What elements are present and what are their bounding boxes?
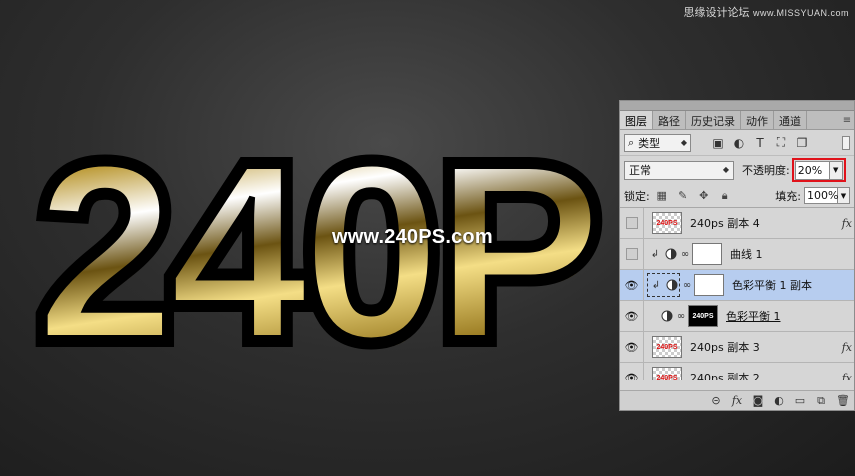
visibility-toggle[interactable]: 👁︎: [620, 269, 644, 301]
fill-dropdown-arrow-icon[interactable]: ▼: [838, 187, 850, 204]
lock-all-icon[interactable]: 🔒︎: [719, 189, 731, 202]
lock-transparency-icon[interactable]: ▦: [656, 189, 668, 202]
layer-row[interactable]: 👁︎ 240PS 240ps 副本 2 fx: [620, 362, 854, 381]
eye-icon: 👁︎: [624, 371, 639, 381]
add-mask-icon[interactable]: ◙: [752, 394, 764, 407]
tab-channels[interactable]: 通道: [774, 111, 807, 129]
filter-toggle-switch[interactable]: [842, 135, 850, 150]
layer-name: 色彩平衡 1 副本: [732, 279, 812, 292]
lock-label: 锁定:: [624, 189, 650, 203]
panel-footer: ⊝ fx ◙ ◐ ▭ ⧉ 🗑︎: [620, 390, 854, 410]
layer-row[interactable]: 240PS 240ps 副本 4 fx: [620, 208, 854, 239]
layer-name: 色彩平衡 1: [726, 310, 781, 323]
filter-icons: ▣ ◐ T ⛶ ❐: [711, 135, 809, 150]
blend-mode-value: 正常: [629, 164, 651, 177]
color-balance-adjustment-icon: [665, 278, 679, 292]
layer-row[interactable]: 👁︎ 240PS 240ps 副本 3 fx: [620, 331, 854, 363]
layer-mask-thumbnail[interactable]: [692, 243, 722, 265]
visibility-toggle[interactable]: 👁︎: [620, 300, 644, 332]
mode-row: 正常 ◆ 不透明度: 20% ▼: [620, 156, 854, 184]
opacity-highlight-box: 20% ▼: [791, 158, 846, 182]
curves-adjustment-icon: [664, 247, 678, 261]
layer-name: 240ps 副本 4: [690, 217, 760, 230]
color-balance-adjustment-icon: [660, 309, 674, 323]
tab-history[interactable]: 历史记录: [686, 111, 741, 129]
adjustment-filter-icon[interactable]: ◐: [732, 136, 746, 150]
visibility-toggle[interactable]: 👁︎: [620, 362, 644, 381]
panel-title-bar[interactable]: [620, 101, 854, 111]
eye-icon: 👁︎: [624, 278, 639, 292]
link-chain-icon[interactable]: ∞: [676, 311, 686, 322]
new-adjustment-icon[interactable]: ◐: [773, 394, 785, 407]
image-filter-icon[interactable]: ▣: [711, 136, 725, 150]
filter-row: ⌕ 类型 ◆ ▣ ◐ T ⛶ ❐: [620, 130, 854, 156]
watermark-site: www.240PS.com: [332, 226, 493, 248]
fx-icon[interactable]: fx: [842, 341, 852, 354]
layer-thumbnail: 240PS: [652, 367, 682, 380]
visibility-toggle[interactable]: [620, 238, 644, 270]
layers-panel: 图层 路径 历史记录 动作 通道 ≡ ⌕ 类型 ◆ ▣ ◐ T ⛶ ❐ 正常 ◆…: [619, 100, 855, 411]
new-group-folder-icon[interactable]: ▭: [794, 394, 806, 407]
panel-tabs: 图层 路径 历史记录 动作 通道 ≡: [620, 111, 854, 130]
add-style-fx-icon[interactable]: fx: [731, 394, 743, 407]
layer-row-selected[interactable]: 👁︎ ↲ ∞ 色彩平衡 1 副本: [620, 269, 854, 301]
eye-icon: 👁︎: [624, 309, 639, 323]
layer-thumbnail: 240PS: [652, 336, 682, 358]
new-layer-icon[interactable]: ⧉: [815, 394, 827, 408]
smart-object-filter-icon[interactable]: ❐: [795, 136, 809, 150]
lock-position-icon[interactable]: ✥: [698, 189, 710, 202]
fill-input[interactable]: 100%: [804, 187, 838, 204]
tab-layers[interactable]: 图层: [620, 111, 653, 129]
link-chain-icon[interactable]: ∞: [682, 280, 692, 291]
search-icon: ⌕: [628, 135, 635, 149]
artwork-face: 240P: [36, 112, 596, 391]
layer-name: 240ps 副本 3: [690, 341, 760, 354]
visibility-toggle[interactable]: [620, 208, 644, 239]
link-layers-icon[interactable]: ⊝: [710, 394, 722, 407]
visibility-off-icon: [625, 217, 638, 229]
link-chain-icon[interactable]: ∞: [680, 249, 690, 260]
shape-filter-icon[interactable]: ⛶: [774, 135, 788, 150]
watermark-top: 思缘设计论坛 www.MISSYUAN.com: [683, 4, 849, 20]
lock-pixels-icon[interactable]: ✎: [677, 189, 689, 202]
lock-icons: ▦ ✎ ✥ 🔒︎: [656, 189, 731, 203]
watermark-url: www.MISSYUAN.com: [752, 8, 849, 18]
updown-arrows-icon: ◆: [722, 165, 729, 174]
layers-list: 240PS 240ps 副本 4 fx ↲ ∞ 曲线 1 👁︎ ↲ ∞ 色彩平衡…: [620, 208, 854, 380]
fill-label: 填充:: [775, 189, 801, 203]
lock-row: 锁定: ▦ ✎ ✥ 🔒︎ 填充: 100% ▼: [620, 184, 854, 208]
opacity-label: 不透明度:: [742, 164, 790, 177]
clipping-arrow-icon: ↲: [651, 279, 661, 291]
opacity-input[interactable]: 20%: [794, 160, 830, 180]
opacity-dropdown-arrow-icon[interactable]: ▼: [829, 160, 843, 180]
tab-actions[interactable]: 动作: [741, 111, 774, 129]
layer-row[interactable]: 👁︎ ∞ 240PS 色彩平衡 1: [620, 300, 854, 332]
watermark-cn: 思缘设计论坛: [683, 6, 750, 19]
layer-thumbnail: 240PS: [652, 212, 682, 234]
panel-menu-icon[interactable]: ≡: [840, 111, 854, 129]
visibility-toggle[interactable]: 👁︎: [620, 331, 644, 363]
eye-icon: 👁︎: [624, 340, 639, 354]
layer-mask-thumbnail[interactable]: [694, 274, 724, 296]
delete-trash-icon[interactable]: 🗑︎: [836, 394, 850, 407]
layer-name: 曲线 1: [730, 248, 763, 261]
filter-kind-label: 类型: [638, 136, 661, 150]
fx-icon[interactable]: fx: [842, 217, 852, 230]
layer-row[interactable]: ↲ ∞ 曲线 1: [620, 238, 854, 270]
type-filter-icon[interactable]: T: [753, 136, 767, 150]
selected-adjustment-frame: ↲: [647, 273, 680, 297]
clipping-arrow-icon: ↲: [650, 248, 660, 260]
filter-kind-select[interactable]: ⌕ 类型 ◆: [624, 133, 691, 152]
blend-mode-select[interactable]: 正常 ◆: [624, 160, 734, 180]
visibility-off-icon: [625, 248, 638, 260]
fx-icon[interactable]: fx: [842, 372, 852, 381]
layer-name: 240ps 副本 2: [690, 372, 760, 380]
tab-paths[interactable]: 路径: [653, 111, 686, 129]
layer-mask-thumbnail[interactable]: 240PS: [688, 305, 718, 327]
updown-arrows-icon: ◆: [680, 137, 687, 147]
